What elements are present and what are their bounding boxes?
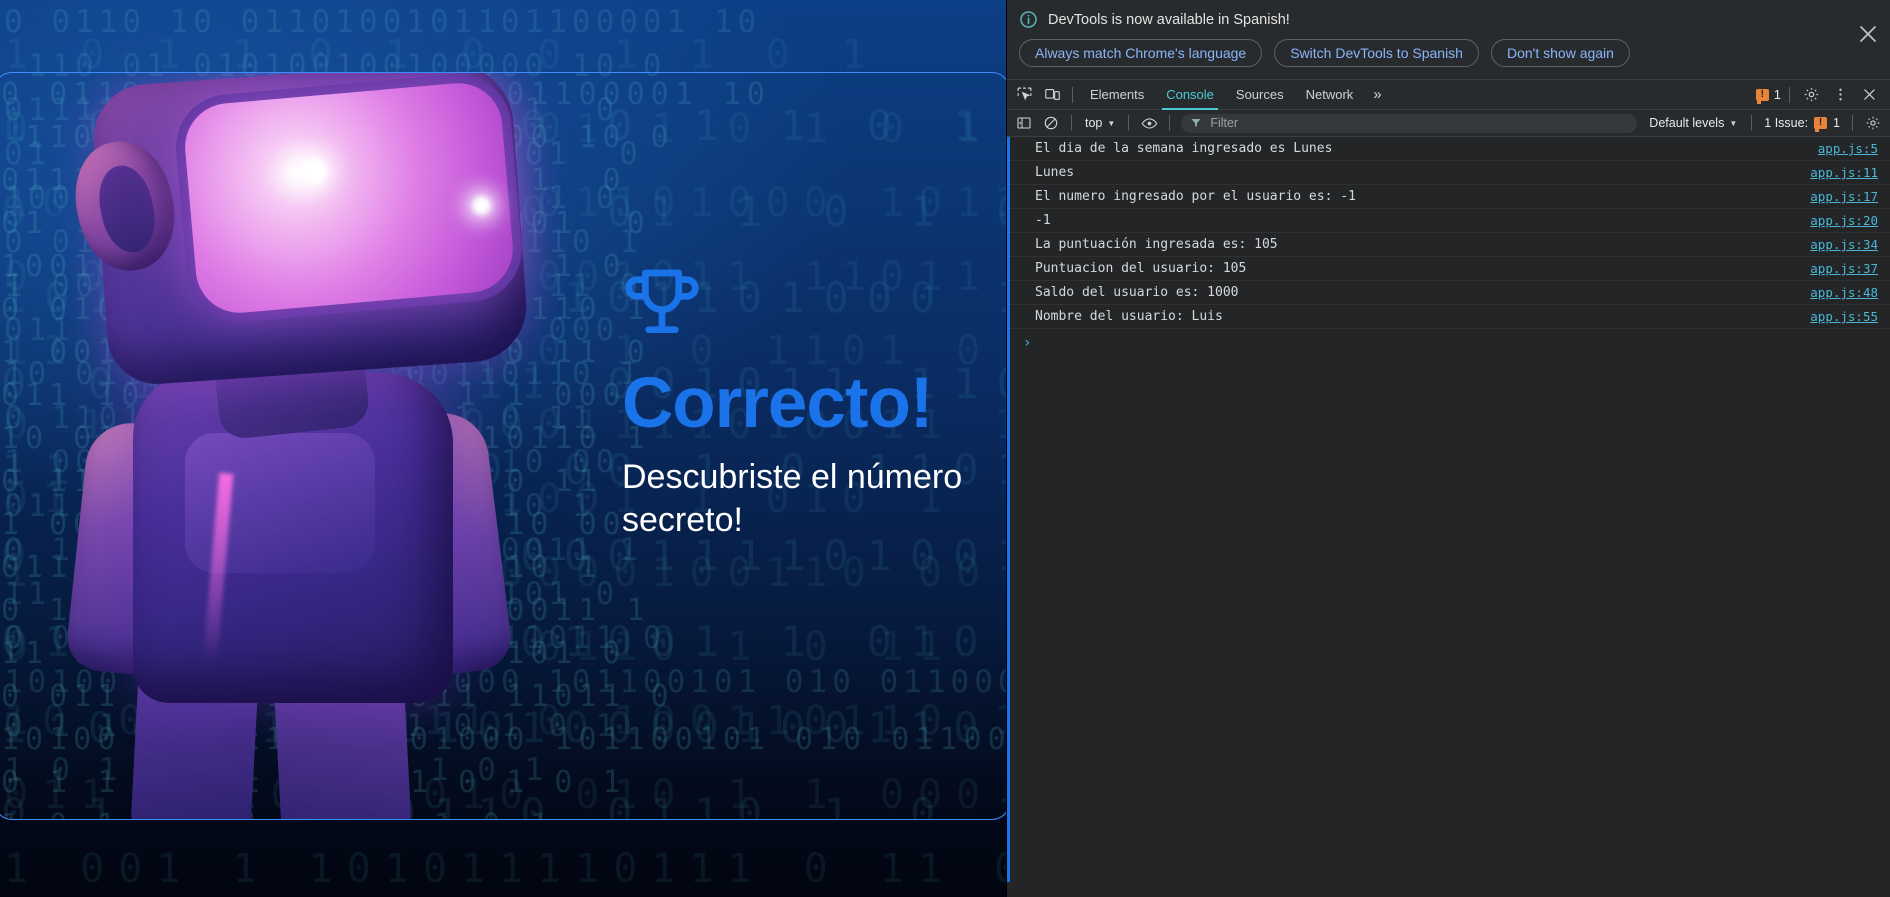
more-tabs-icon[interactable]: »: [1365, 86, 1387, 103]
devtools-language-infobar: DevTools is now available in Spanish! Al…: [1007, 0, 1890, 80]
javascript-context-selector[interactable]: top ▼: [1080, 116, 1120, 130]
result-text-block: Correcto! Descubriste el número secreto!: [622, 263, 1002, 543]
live-expression-icon[interactable]: [1137, 112, 1161, 134]
console-message-source-link[interactable]: app.js:17: [1796, 189, 1878, 204]
console-message-list[interactable]: El dia de la semana ingresado es Lunes ap…: [1007, 137, 1890, 882]
console-message-row[interactable]: Puntuacion del usuario: 105 app.js:37: [1007, 257, 1890, 281]
inspect-element-icon[interactable]: [1011, 82, 1037, 108]
tab-network[interactable]: Network: [1296, 80, 1364, 110]
console-message-source-link[interactable]: app.js:48: [1796, 285, 1878, 300]
always-match-chrome-language-button[interactable]: Always match Chrome's language: [1019, 39, 1263, 67]
console-message-row[interactable]: Nombre del usuario: Luis app.js:55: [1007, 305, 1890, 329]
console-message-source-link[interactable]: app.js:37: [1796, 261, 1878, 276]
console-message-row[interactable]: Lunes app.js:11: [1007, 161, 1890, 185]
divider: [1789, 86, 1790, 103]
page-title: Correcto!: [622, 364, 934, 443]
console-message-text: El numero ingresado por el usuario es: -…: [1035, 189, 1356, 204]
devtools-tabstrip: Elements Console Sources Network » 1: [1007, 80, 1890, 110]
console-message-row[interactable]: El numero ingresado por el usuario es: -…: [1007, 185, 1890, 209]
console-toolbar: top ▼ Filter Default levels ▼ 1 Issue: !…: [1007, 110, 1890, 137]
console-message-source-link[interactable]: app.js:20: [1796, 213, 1878, 228]
dont-show-again-button[interactable]: Don't show again: [1490, 39, 1630, 67]
console-filter-input[interactable]: Filter: [1181, 113, 1638, 133]
console-message-source-link[interactable]: app.js:5: [1804, 141, 1878, 156]
console-sidebar-icon[interactable]: [1012, 112, 1036, 134]
issues-label: 1 Issue:: [1764, 116, 1809, 130]
warning-icon: [1755, 88, 1769, 104]
console-message-text: -1: [1035, 213, 1051, 228]
divider: [1751, 115, 1753, 131]
prompt-caret-icon: ›: [1023, 335, 1032, 351]
divider: [1071, 115, 1072, 131]
console-message-text: Saldo del usuario es: 1000: [1035, 285, 1239, 300]
divider: [1852, 115, 1853, 131]
tab-elements[interactable]: Elements: [1080, 80, 1154, 110]
infobar-message: DevTools is now available in Spanish!: [1048, 11, 1290, 28]
console-message-source-link[interactable]: app.js:34: [1796, 237, 1878, 252]
warning-icon: [1814, 117, 1828, 132]
console-message-row[interactable]: El dia de la semana ingresado es Lunes ap…: [1007, 137, 1890, 161]
info-circle-icon: [1020, 11, 1037, 28]
filter-icon: [1191, 119, 1201, 127]
close-devtools-icon[interactable]: [1856, 82, 1882, 108]
console-message-text: Nombre del usuario: Luis: [1035, 309, 1223, 324]
robot-illustration: [15, 73, 535, 819]
console-message-row[interactable]: Saldo del usuario es: 1000 app.js:48: [1007, 281, 1890, 305]
close-icon[interactable]: [1856, 22, 1880, 46]
error-count-label: 1: [1773, 87, 1781, 102]
switch-devtools-to-spanish-button[interactable]: Switch DevTools to Spanish: [1274, 39, 1479, 67]
chevron-down-icon: ▼: [1729, 118, 1738, 128]
console-message-source-link[interactable]: app.js:11: [1796, 165, 1878, 180]
console-settings-gear-icon[interactable]: [1861, 112, 1885, 134]
issues-count: 1: [1833, 116, 1840, 130]
console-accent-rail: [1007, 137, 1010, 882]
issues-counter[interactable]: 1 Issue: 1: [1760, 116, 1844, 132]
log-levels-dropdown[interactable]: Default levels ▼: [1643, 116, 1743, 130]
divider: [1169, 115, 1171, 131]
device-toolbar-icon[interactable]: [1039, 82, 1065, 108]
tab-sources[interactable]: Sources: [1226, 80, 1294, 110]
divider: [1128, 115, 1130, 131]
context-label: top: [1085, 116, 1103, 130]
screen: 0 0110 10 0110100101101100001 10 110 01 …: [0, 0, 1890, 897]
log-levels-label: Default levels: [1649, 116, 1725, 130]
kebab-menu-icon[interactable]: [1827, 82, 1853, 108]
filter-placeholder: Filter: [1210, 116, 1239, 130]
console-prompt[interactable]: ›: [1007, 329, 1890, 357]
result-card: 0 0110 10 0110100101101100001 10 110 01 …: [0, 72, 1010, 820]
page-subtitle: Descubriste el número secreto!: [622, 457, 963, 540]
console-message-row[interactable]: La puntuación ingresada es: 105 app.js:34: [1007, 233, 1890, 257]
chevron-down-icon: ▼: [1107, 118, 1116, 128]
error-count-badge[interactable]: 1: [1755, 87, 1781, 104]
divider: [1072, 86, 1073, 103]
devtools-panel: DevTools is now available in Spanish! Al…: [1006, 0, 1890, 897]
gear-icon[interactable]: [1798, 82, 1824, 108]
tab-console[interactable]: Console: [1156, 80, 1224, 110]
console-message-text: La puntuación ingresada es: 105: [1035, 237, 1278, 252]
clear-console-icon[interactable]: [1039, 112, 1063, 134]
console-message-source-link[interactable]: app.js:55: [1796, 309, 1878, 324]
trophy-icon: [625, 269, 699, 333]
console-message-text: Lunes: [1035, 165, 1075, 180]
console-message-text: El dia de la semana ingresado es Lunes: [1035, 141, 1333, 156]
console-message-row[interactable]: -1 app.js:20: [1007, 209, 1890, 233]
console-message-text: Puntuacion del usuario: 105: [1035, 261, 1247, 276]
